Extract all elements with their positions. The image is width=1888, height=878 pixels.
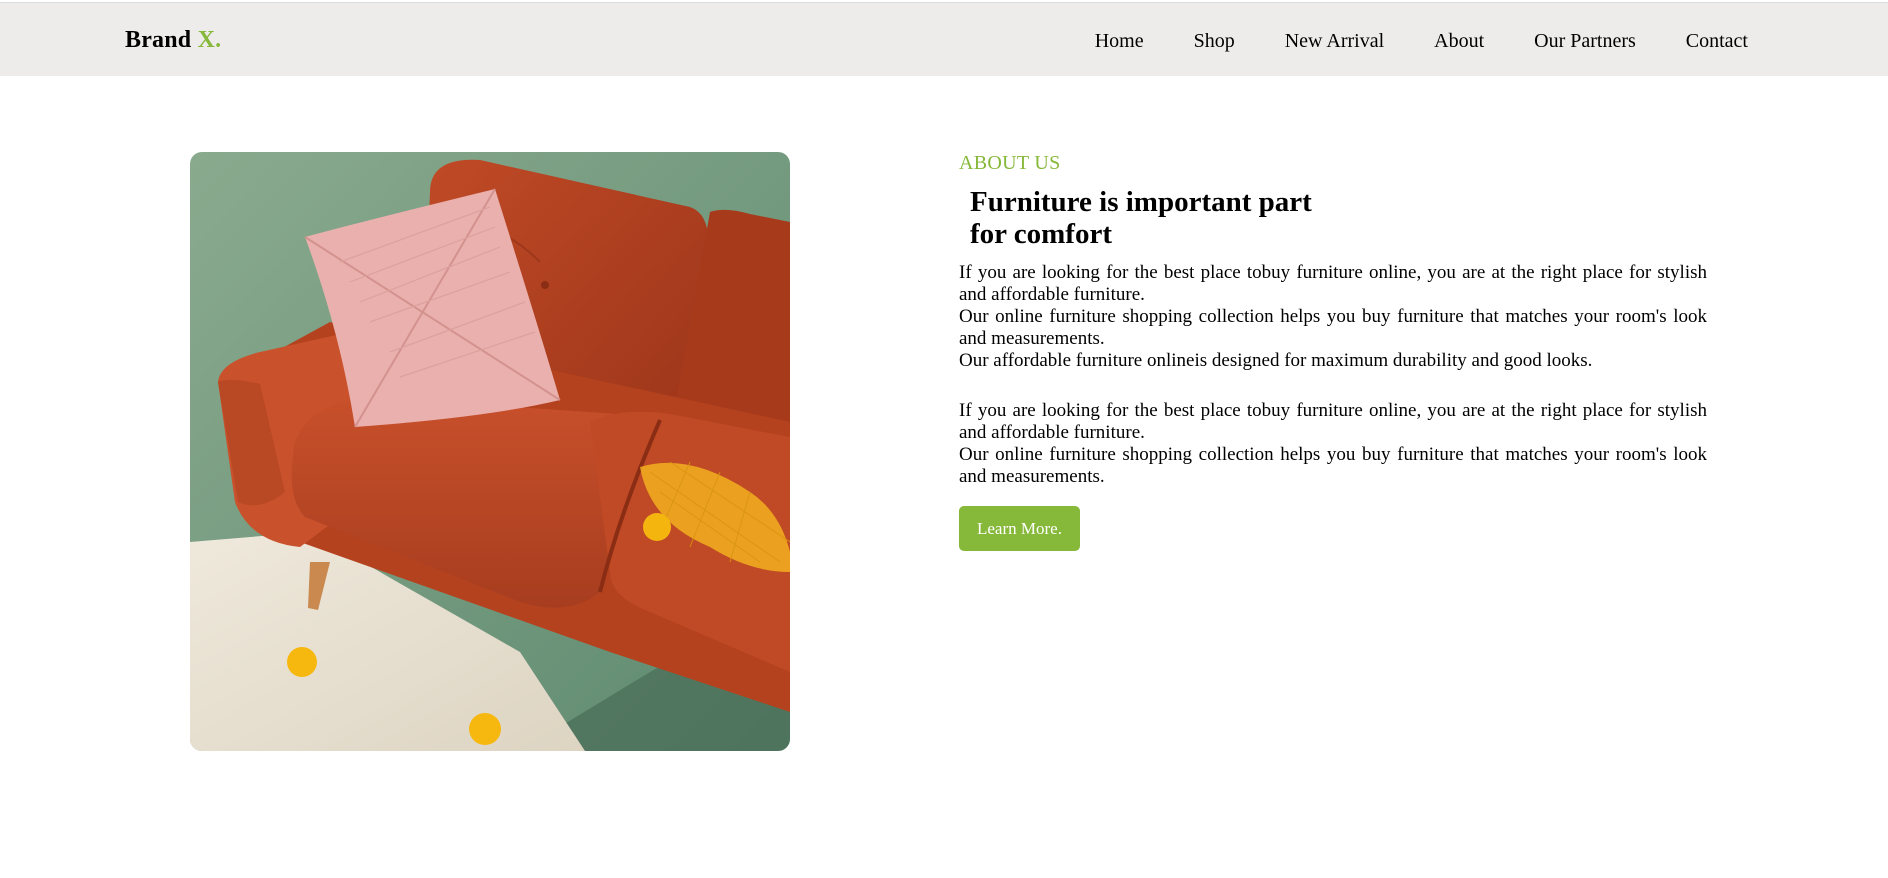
heading-line-2: for comfort [970,218,1112,250]
nav-link-our-partners[interactable]: Our Partners [1534,30,1636,53]
paragraph-1-sentence-3: Our affordable furniture onlineis design… [959,350,1593,371]
paragraph-1-sentence-1: If you are looking for the best place to… [959,262,1707,305]
about-section: ABOUT US Furniture is important part for… [959,152,1707,551]
paragraph-2-sentence-2: Our online furniture shopping collection… [959,444,1707,487]
heading-line-1: Furniture is important part [970,186,1312,218]
brand-accent: X. [197,27,222,53]
nav-links: Home Shop New Arrival About Our Partners… [1045,30,1748,53]
nav-link-home[interactable]: Home [1095,30,1144,53]
about-heading: Furniture is important part for comfort [970,186,1707,250]
paragraph-1-sentence-2: Our online furniture shopping collection… [959,306,1707,349]
sofa-photo [190,152,790,751]
nav-link-shop[interactable]: Shop [1194,30,1235,53]
brand-logo[interactable]: Brand X. [125,27,221,54]
brand-name: Brand [125,27,192,53]
navbar: Brand X. Home Shop New Arrival About Our… [0,2,1888,76]
nav-link-new-arrival[interactable]: New Arrival [1285,30,1384,53]
nav-link-contact[interactable]: Contact [1686,30,1748,53]
learn-more-button[interactable]: Learn More. [959,506,1080,551]
about-paragraph-2: If you are looking for the best place to… [959,400,1707,488]
nav-link-about[interactable]: About [1434,30,1484,53]
paragraph-2-sentence-1: If you are looking for the best place to… [959,400,1707,443]
about-eyebrow: ABOUT US [959,152,1061,174]
about-paragraph-1: If you are looking for the best place to… [959,262,1707,372]
